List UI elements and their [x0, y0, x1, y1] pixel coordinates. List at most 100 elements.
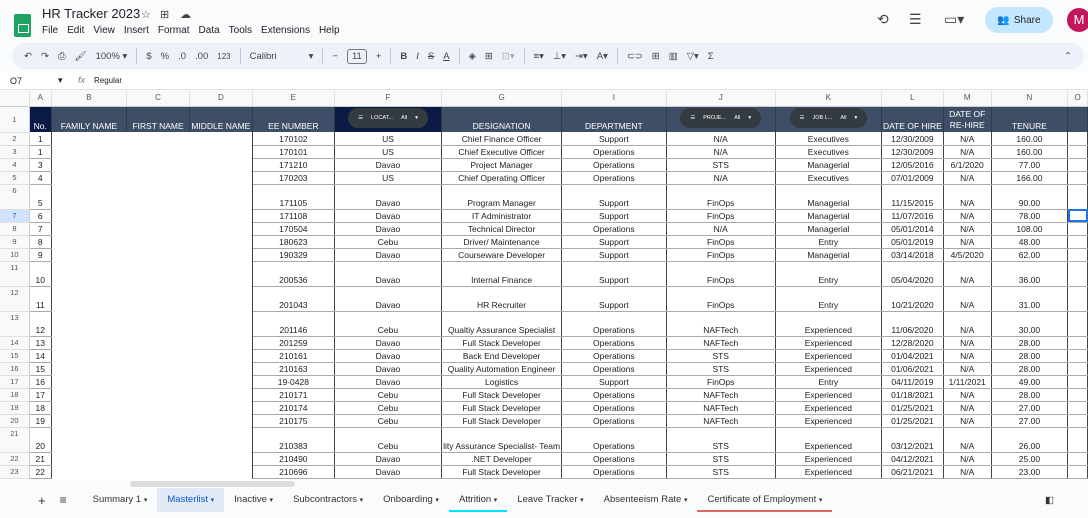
cell-ten[interactable]: 160.00 [991, 145, 1069, 159]
cell-dep[interactable]: Support [561, 132, 667, 146]
header-cell[interactable]: ☰ PROJE... All ▾ [666, 106, 776, 132]
cell-des[interactable]: Chief Operating Officer [441, 171, 563, 185]
cell-loc[interactable]: Cebu [334, 388, 443, 402]
cell-job[interactable]: Experienced [775, 311, 882, 337]
cell-ten[interactable]: 28.00 [991, 349, 1069, 363]
cell-des[interactable]: IT Administrator [441, 209, 563, 223]
cell-ee[interactable]: 210171 [252, 388, 335, 402]
cell-ee[interactable]: 201259 [252, 336, 335, 350]
cell[interactable] [127, 132, 190, 145]
cell-ee[interactable]: 170203 [252, 171, 335, 185]
cell[interactable] [127, 336, 190, 349]
cell-dep[interactable]: Operations [561, 145, 667, 159]
cell-job[interactable]: Experienced [775, 388, 882, 402]
cell[interactable] [127, 349, 190, 362]
menu-tools[interactable]: Tools [229, 25, 252, 36]
cell[interactable] [189, 311, 253, 336]
cell-dep[interactable]: Operations [561, 158, 667, 172]
cell-dep[interactable]: Support [561, 184, 667, 210]
row-header[interactable]: 20 [0, 414, 30, 428]
cell-dep[interactable]: Operations [561, 452, 667, 466]
cell-ten[interactable]: 28.00 [991, 362, 1069, 376]
row-header[interactable]: 10 [0, 248, 30, 262]
cell-rehire[interactable]: 4/5/2020 [943, 248, 992, 262]
cell-hire[interactable]: 03/14/2018 [881, 248, 944, 262]
cell[interactable] [1067, 427, 1088, 453]
cell[interactable] [189, 375, 253, 388]
cell-job[interactable]: Entry [775, 286, 882, 312]
cell-des[interactable]: Full Stack Developer [441, 401, 563, 415]
cell[interactable] [51, 336, 126, 349]
cell[interactable] [51, 375, 126, 388]
cell-des[interactable]: Logistics [441, 375, 563, 389]
cell[interactable] [189, 132, 253, 145]
cell[interactable] [127, 158, 190, 171]
chevron-down-icon[interactable]: ▾ [58, 75, 63, 86]
cell-hire[interactable]: 01/25/2021 [881, 401, 944, 415]
cell-hire[interactable]: 07/01/2009 [881, 171, 944, 185]
cell[interactable] [189, 452, 253, 465]
decrease-decimal-button[interactable]: .0 [178, 51, 186, 62]
name-box[interactable]: O7 [10, 76, 22, 86]
column-header-j[interactable]: J [666, 91, 776, 107]
row-header[interactable]: 6 [0, 184, 30, 210]
cell[interactable] [189, 248, 253, 261]
cell[interactable] [189, 427, 253, 452]
row-header[interactable]: 5 [0, 171, 30, 185]
cell-no[interactable]: 18 [29, 401, 52, 415]
add-sheet-button[interactable]: + [38, 493, 46, 508]
cell-loc[interactable]: US [334, 171, 443, 185]
cell-no[interactable]: 5 [29, 184, 52, 210]
percent-button[interactable]: % [161, 51, 169, 62]
cell-loc[interactable]: Davao [334, 286, 443, 312]
cell[interactable] [1067, 235, 1088, 249]
cell-dep[interactable]: Support [561, 375, 667, 389]
cell-job[interactable]: Executives [775, 145, 882, 159]
font-size-input[interactable]: 11 [346, 48, 367, 64]
more-formats-button[interactable]: 123 [217, 52, 230, 61]
menu-help[interactable]: Help [319, 25, 340, 36]
cell[interactable] [127, 401, 190, 414]
cell[interactable] [127, 248, 190, 261]
cell-ten[interactable]: 31.00 [991, 286, 1069, 312]
cell-no[interactable]: 17 [29, 388, 52, 402]
cell-rehire[interactable]: N/A [943, 261, 992, 287]
cell[interactable] [127, 235, 190, 248]
row-header[interactable]: 3 [0, 145, 30, 159]
cell-des[interactable]: lity Assurance Specialist- Team [441, 427, 563, 453]
sheet-tab-onboarding[interactable]: Onboarding ▾ [373, 488, 449, 512]
cell-dep[interactable]: Operations [561, 171, 667, 185]
cell-ee[interactable]: 210175 [252, 414, 335, 428]
cell-proj[interactable]: NAFTech [666, 336, 776, 350]
cell-job[interactable]: Experienced [775, 362, 882, 376]
cell[interactable] [127, 261, 190, 286]
cell-des[interactable]: Driver/ Maintenance [441, 235, 563, 249]
cell-loc[interactable]: Davao [334, 375, 443, 389]
cell-no[interactable]: 9 [29, 248, 52, 262]
cell-rehire[interactable]: N/A [943, 349, 992, 363]
text-wrap-icon[interactable]: ⇥▾ [575, 51, 588, 62]
cell[interactable] [1067, 336, 1088, 350]
formula-input[interactable]: Regular [94, 76, 122, 85]
chevron-down-icon[interactable]: ▾ [309, 51, 314, 62]
star-icon[interactable]: ☆ [141, 8, 151, 21]
row-header[interactable]: 14 [0, 336, 30, 350]
undo-icon[interactable]: ↶ [24, 51, 32, 62]
cell[interactable] [1067, 184, 1088, 210]
italic-button[interactable]: I [416, 51, 419, 62]
cell[interactable] [51, 235, 126, 248]
vertical-align-icon[interactable]: ⊥▾ [553, 51, 566, 62]
decrease-font-size-button[interactable]: − [332, 51, 338, 62]
cell-job[interactable]: Experienced [775, 414, 882, 428]
cell-ten[interactable]: 27.00 [991, 414, 1069, 428]
menu-file[interactable]: File [42, 25, 58, 36]
cell-job[interactable]: Experienced [775, 452, 882, 466]
zoom-select[interactable]: 100% ▾ [96, 51, 128, 62]
cell-ee[interactable]: 200536 [252, 261, 335, 287]
cell-ten[interactable]: 30.00 [991, 311, 1069, 337]
cell-des[interactable]: Qualtiy Assurance Specialist [441, 311, 563, 337]
cell-hire[interactable]: 10/21/2020 [881, 286, 944, 312]
cell-ten[interactable]: 62.00 [991, 248, 1069, 262]
cell[interactable] [1067, 362, 1088, 376]
cell-proj[interactable]: NAFTech [666, 414, 776, 428]
